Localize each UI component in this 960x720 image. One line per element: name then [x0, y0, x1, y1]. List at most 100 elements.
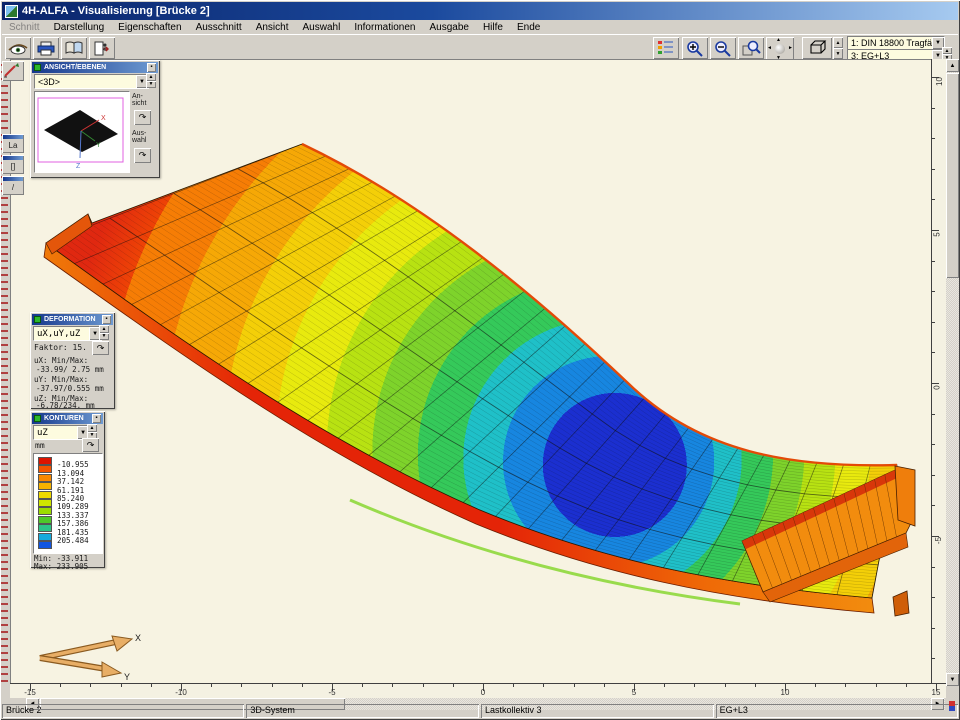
faktor-apply-button[interactable]: ↷ [92, 341, 109, 355]
deformation-panel-titlebar[interactable]: DEFORMATION ▪ [32, 314, 113, 325]
ruler-tick [932, 138, 935, 139]
menu-ansicht[interactable]: Ansicht [249, 21, 296, 34]
ruler-tick [932, 261, 935, 262]
pan-ball[interactable] [775, 44, 785, 54]
pan-left-icon[interactable]: ◄ [767, 45, 772, 51]
legend-swatch [38, 457, 52, 465]
ruler-tick [932, 628, 935, 629]
auswahl-apply-button[interactable]: ↷ [134, 148, 151, 163]
ruler-tick [932, 169, 935, 170]
component-spinner[interactable]: ▲ ▼ [99, 325, 109, 340]
status-system: 3D-System [246, 704, 479, 718]
ansicht-panel-close-button[interactable]: ▪ [147, 63, 156, 72]
schnitt-mini-icon: [] [2, 161, 24, 172]
lasten-mini-icon: La [2, 140, 24, 151]
ruler-tick [302, 684, 303, 687]
minimized-panel-2-button[interactable]: [] [2, 155, 24, 174]
pan-up-icon[interactable]: ▲ [776, 37, 781, 43]
model-preview: X Y Z [35, 92, 127, 170]
spin-up-icon[interactable]: ▲ [99, 325, 109, 333]
component-select[interactable]: uX,uY,uZ ▼ [33, 326, 102, 341]
ansicht-panel-titlebar[interactable]: ANSICHT/EBENEN ▪ [32, 62, 158, 73]
status-loadcase: EG+L3 [716, 704, 958, 718]
ruler-tick [241, 684, 242, 687]
ruler-tick [906, 684, 907, 687]
exit-button[interactable] [89, 37, 115, 59]
spin-up-icon[interactable]: ▲ [87, 424, 97, 432]
norm-select[interactable]: 1: DIN 18800 Tragfähigkeit (Th ▼ [847, 36, 945, 50]
ansicht-ebenen-panel[interactable]: ANSICHT/EBENEN ▪ <3D> ▼ ▲ ▼ X Y Z An- si… [30, 60, 160, 178]
panel-icon [34, 64, 41, 71]
apply-arrow-icon: ↷ [139, 150, 147, 161]
scroll-down-button[interactable]: ▼ [946, 673, 959, 686]
view-3d-box-button[interactable] [802, 37, 832, 59]
view-spin-up-icon[interactable]: ▲ [833, 37, 843, 48]
deformation-panel[interactable]: DEFORMATION ▪ uX,uY,uZ ▼ ▲ ▼ Faktor: 15.… [30, 312, 115, 409]
zoom-out-button[interactable] [710, 37, 736, 59]
ruler-tick [932, 291, 935, 292]
view-thumbnail[interactable]: X Y Z [34, 91, 130, 173]
contour-legend: -10.95513.09437.14261.19185.240109.28913… [33, 453, 103, 554]
view-select[interactable]: <3D> ▼ [34, 74, 149, 89]
spin-down-icon[interactable]: ▼ [99, 333, 109, 341]
ruler-tick [932, 567, 935, 568]
report-button[interactable] [61, 37, 87, 59]
norm-select-value: 1: DIN 18800 Tragfähigkeit (Th [851, 38, 945, 48]
view-select-spinner[interactable]: ▲ ▼ [146, 73, 156, 88]
view-spinner[interactable]: ▲ ▼ [833, 37, 843, 59]
minimized-panel-1-button[interactable]: La [2, 134, 24, 153]
legend-value: 205.484 [57, 536, 89, 545]
unit-apply-button[interactable]: ↷ [82, 438, 99, 452]
konturen-panel-titlebar[interactable]: KONTUREN ▪ [32, 413, 103, 424]
menu-auswahl[interactable]: Auswahl [296, 21, 348, 34]
zoom-window-icon [742, 40, 761, 57]
ruler-tick [876, 684, 877, 687]
legend-swatch [38, 499, 52, 507]
zoom-in-button[interactable] [682, 37, 708, 59]
legend-settings-button[interactable] [653, 37, 679, 59]
print-button[interactable] [33, 37, 59, 59]
mini-titlebar [3, 135, 23, 139]
kontur-spinner[interactable]: ▲ ▼ [87, 424, 97, 439]
uz-value: -6.78/234. mm [36, 401, 95, 410]
ansicht-apply-button[interactable]: ↷ [134, 110, 151, 125]
loadcase-spin-up-icon[interactable]: ▲ [942, 47, 952, 54]
menu-ausgabe[interactable]: Ausgabe [422, 21, 475, 34]
mini-titlebar [3, 156, 23, 160]
legend-swatch [38, 482, 52, 490]
view-eye-button[interactable] [5, 37, 31, 59]
minimized-panel-3-button[interactable]: / [2, 176, 24, 195]
ruler-tick [362, 684, 363, 687]
status-bar: Brücke 2 3D-System Lastkollektiv 3 EG+L3 [2, 704, 958, 718]
pan-control[interactable]: ▲ ▼ ◄ ► [766, 37, 794, 61]
vertical-scroll-thumb[interactable] [946, 73, 959, 278]
konturen-panel[interactable]: KONTUREN ▪ uZ ▼ ▲ ▼ mm ↷ -10.95513.09437… [30, 411, 105, 568]
toolbar: ▲ ▼ ◄ ► ▲ ▼ 1: DIN 18800 Tragfähigkeit (… [2, 34, 958, 60]
menu-ende[interactable]: Ende [510, 21, 547, 34]
title-bar[interactable]: 4H-ALFA - Visualisierung [Brücke 2] [2, 2, 958, 20]
spin-down-icon[interactable]: ▼ [146, 81, 156, 89]
spin-up-icon[interactable]: ▲ [146, 73, 156, 81]
mini-titlebar [3, 177, 23, 181]
deformation-panel-close-button[interactable]: ▪ [102, 315, 111, 324]
ruler-label: -5 [328, 688, 335, 697]
ruler-tick [90, 684, 91, 687]
menu-hilfe[interactable]: Hilfe [476, 21, 510, 34]
pan-right-icon[interactable]: ► [788, 45, 793, 51]
ruler-tick [932, 230, 939, 231]
right-ruler: 1050-5-10 [931, 59, 946, 683]
legend-swatch [38, 533, 52, 541]
konturen-panel-close-button[interactable]: ▪ [92, 414, 101, 423]
ruler-tick [845, 684, 846, 687]
draw-mode-button[interactable] [2, 61, 24, 81]
scroll-up-button[interactable]: ▲ [946, 59, 959, 72]
menu-informationen[interactable]: Informationen [347, 21, 422, 34]
menu-ausschnitt[interactable]: Ausschnitt [189, 21, 249, 34]
ruler-tick [664, 684, 665, 687]
menu-eigenschaften[interactable]: Eigenschaften [111, 21, 188, 34]
legend-swatch [38, 474, 52, 482]
view-spin-down-icon[interactable]: ▼ [833, 48, 843, 59]
legend-swatch [38, 491, 52, 499]
menu-darstellung[interactable]: Darstellung [47, 21, 112, 34]
zoom-window-button[interactable] [738, 37, 764, 59]
